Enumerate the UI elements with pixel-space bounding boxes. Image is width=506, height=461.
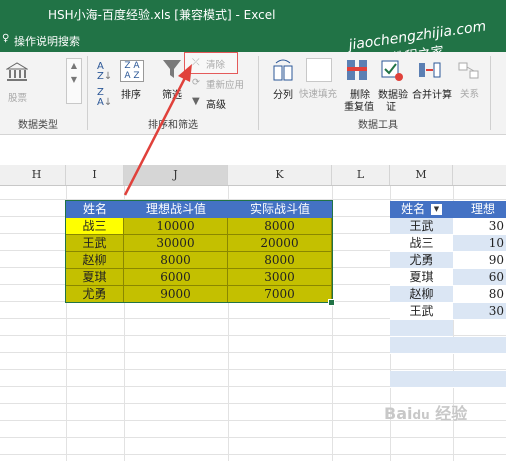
chevron-up-icon: ▲ <box>70 61 78 70</box>
annotation-arrow <box>123 64 192 196</box>
tell-me-search[interactable]: 操作说明搜索 <box>14 33 80 49</box>
clear-button[interactable]: 清除 <box>206 57 225 71</box>
header-name-label: 姓名 <box>401 202 426 216</box>
column-header-i[interactable]: I <box>66 165 124 185</box>
datatype-stock-option[interactable]: 股票 <box>8 90 27 104</box>
empty-band[interactable] <box>390 337 506 354</box>
group-label-datatype: 数据类型 <box>18 120 58 131</box>
window-title: HSH小海-百度经验.xls [兼容模式] - Excel <box>48 8 276 22</box>
cell-name[interactable]: 夏琪 <box>390 269 453 286</box>
ribbon-separator <box>87 56 88 130</box>
cell-name[interactable]: 赵柳 <box>390 286 453 303</box>
flash-fill-button[interactable]: 快速填充 <box>299 86 337 100</box>
cell-ideal[interactable]: 30 <box>453 218 506 235</box>
baidu-watermark: Baidu 经验 <box>384 404 468 423</box>
lightbulb-icon: ♀ <box>2 33 10 44</box>
header-name[interactable]: 姓名 ▼ <box>390 201 453 218</box>
cell-name[interactable]: 尤勇 <box>390 252 453 269</box>
cell-name[interactable]: 王武 <box>390 303 453 320</box>
consolidate-button[interactable]: 合并计算 <box>412 86 452 101</box>
chevron-down-icon: ▼ <box>70 75 78 84</box>
remove-duplicates-line2[interactable]: 重复值 <box>344 98 374 113</box>
ribbon-separator <box>490 56 491 130</box>
data-validation-icon <box>380 58 404 85</box>
column-header-bar: H I J K L M <box>0 165 506 186</box>
cell-name[interactable]: 王武 <box>390 218 453 235</box>
empty-cell[interactable] <box>390 320 453 337</box>
formula-bar-area <box>0 135 506 165</box>
relationships-icon <box>458 60 480 85</box>
group-label-datatools: 数据工具 <box>358 120 398 131</box>
cell-ideal[interactable]: 30 <box>453 303 506 320</box>
data-validation-line2[interactable]: 证 <box>386 98 396 113</box>
column-header-l[interactable]: L <box>332 165 390 185</box>
stock-icon <box>5 62 29 82</box>
ribbon-separator <box>258 56 259 130</box>
cell-ideal[interactable]: 80 <box>453 286 506 303</box>
cell-ideal[interactable]: 60 <box>453 269 506 286</box>
text-to-columns-button[interactable]: 分列 <box>273 86 293 101</box>
sort-ascending-icon[interactable]: A Z↓ <box>97 62 112 82</box>
consolidate-icon <box>418 58 442 85</box>
reapply-button[interactable]: 重新应用 <box>206 77 244 91</box>
remove-duplicates-icon <box>345 58 369 85</box>
sort-descending-icon[interactable]: Z A↓ <box>97 88 112 108</box>
selection-border <box>65 200 333 303</box>
header-ideal[interactable]: 理想 <box>453 201 506 218</box>
column-header-k[interactable]: K <box>228 165 332 185</box>
text-to-columns-icon <box>272 58 294 85</box>
filter-dropdown-icon[interactable]: ▼ <box>430 204 442 215</box>
empty-band[interactable] <box>390 371 506 388</box>
column-header-m[interactable]: M <box>390 165 453 185</box>
cell-ideal[interactable]: 10 <box>453 235 506 252</box>
column-header-n[interactable] <box>453 165 506 185</box>
cell-ideal[interactable]: 90 <box>453 252 506 269</box>
fill-handle[interactable] <box>328 299 335 306</box>
cell-name[interactable]: 战三 <box>390 235 453 252</box>
advanced-button[interactable]: 高级 <box>206 96 226 111</box>
relationships-button[interactable]: 关系 <box>460 86 479 100</box>
datatype-gallery-scroll[interactable]: ▲ ▼ <box>66 58 82 104</box>
flash-fill-icon <box>306 58 332 82</box>
column-header-h[interactable]: H <box>8 165 66 185</box>
